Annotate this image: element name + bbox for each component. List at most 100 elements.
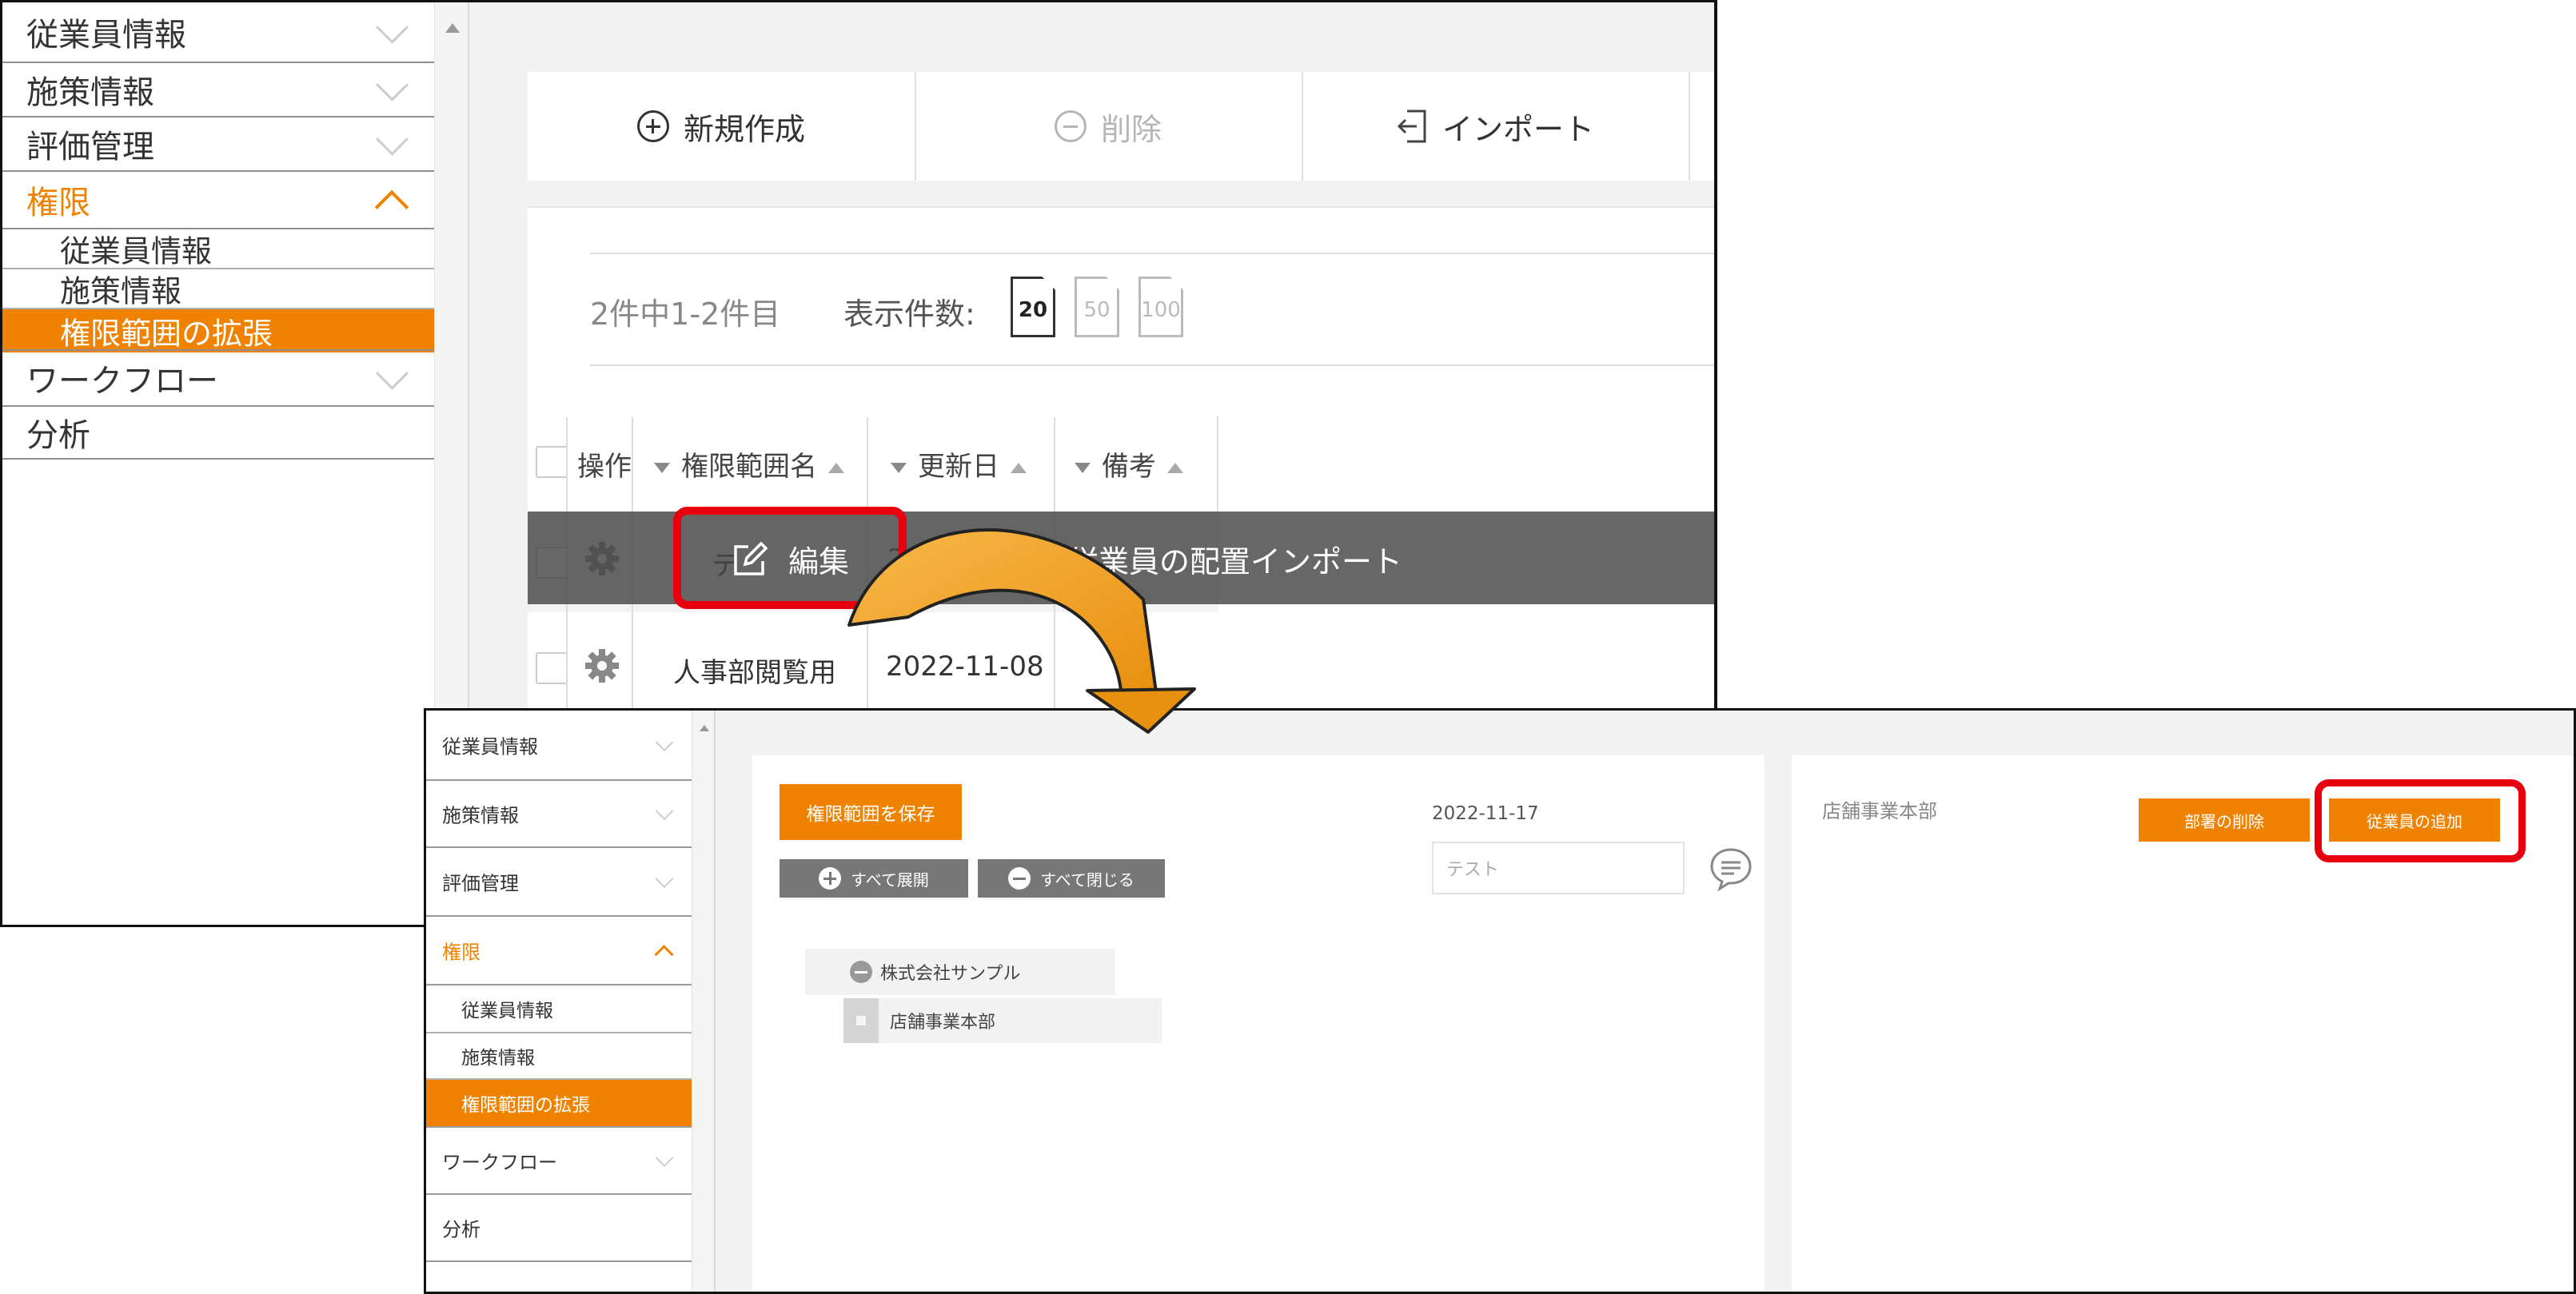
import-button-label: インポート — [1442, 111, 1594, 147]
scroll-up-icon[interactable] — [445, 23, 460, 33]
sidebar-subitem-measures-info[interactable]: 施策情報 — [2, 269, 434, 309]
sidebar-item-label: 分析 — [26, 417, 90, 454]
column-header-action: 操作 — [577, 451, 632, 483]
column-header-updated-label: 更新日 — [918, 451, 999, 483]
sidebar-item-permissions[interactable]: 権限 — [426, 917, 692, 985]
tree-node-child[interactable]: 店舗事業本部 — [843, 998, 1162, 1043]
delete-department-button[interactable]: 部署の削除 — [2139, 798, 2310, 842]
sidebar-item-label: 従業員情報 — [26, 17, 186, 54]
expand-all-button[interactable]: すべて展開 — [780, 859, 968, 898]
tree-node-label: 株式会社サンプル — [880, 964, 1021, 984]
sort-desc-icon[interactable] — [1075, 463, 1091, 473]
sidebar-item-analysis[interactable]: 分析 — [2, 407, 434, 460]
chevron-down-icon — [655, 870, 674, 889]
sidebar-subitem-permission-scope[interactable]: 権限範囲の拡張 — [426, 1080, 692, 1126]
toolbar: 新規作成 削除 インポート — [528, 72, 1714, 181]
sidebar-item-label: 権限 — [442, 941, 481, 964]
sidebar-subitem-permission-scope[interactable]: 権限範囲の拡張 — [2, 309, 434, 352]
sort-asc-icon[interactable] — [828, 463, 844, 473]
sidebar-item-workflow[interactable]: ワークフロー — [2, 349, 434, 407]
sidebar: 従業員情報 施策情報 評価管理 権限 従業員情報 施策情報 権限範囲の拡張 ワー… — [2, 2, 434, 925]
per-page-option-100[interactable]: 100 — [1138, 277, 1183, 337]
minus-circle-icon — [1054, 110, 1087, 142]
sidebar-item-label: 評価管理 — [26, 129, 154, 165]
per-page-label: 表示件数: — [843, 297, 975, 332]
sidebar-item-label: 従業員情報 — [442, 735, 538, 758]
column-header-name-label: 権限範囲名 — [681, 451, 817, 483]
sidebar-item-label: 施策情報 — [442, 804, 519, 827]
collapse-node-icon[interactable] — [850, 961, 872, 983]
sidebar-subitem-label: 従業員情報 — [60, 233, 213, 269]
sidebar-subitem-measures-info[interactable]: 施策情報 — [426, 1033, 692, 1080]
sidebar-item-evaluation[interactable]: 評価管理 — [426, 848, 692, 917]
chevron-down-icon — [655, 1149, 674, 1168]
sidebar-item-label: 分析 — [442, 1218, 481, 1241]
sidebar-item-employee-info[interactable]: 従業員情報 — [426, 711, 692, 781]
collapse-all-label: すべて閉じる — [1040, 870, 1134, 890]
department-title: 店舗事業本部 — [1822, 800, 1937, 822]
sidebar-item-evaluation[interactable]: 評価管理 — [2, 117, 434, 172]
scroll-up-icon[interactable] — [700, 725, 709, 731]
chevron-up-icon — [374, 189, 409, 225]
gear-icon[interactable] — [584, 647, 620, 684]
expand-all-label: すべて展開 — [851, 870, 929, 890]
sidebar-item-workflow[interactable]: ワークフロー — [426, 1126, 692, 1195]
sort-asc-icon[interactable] — [1011, 463, 1027, 473]
screenshot-edit-view: 従業員情報 施策情報 評価管理 権限 従業員情報 施策情報 権限範囲の拡張 ワー… — [424, 708, 2576, 1294]
new-button-label: 新規作成 — [683, 111, 805, 147]
sidebar-subitem-label: 権限範囲の拡張 — [60, 316, 273, 352]
result-count: 2件中1-2件目 — [590, 297, 781, 332]
sort-desc-icon[interactable] — [891, 463, 907, 473]
sidebar-subitem-employee-info[interactable]: 従業員情報 — [426, 985, 692, 1033]
sidebar-scrollbar[interactable] — [692, 711, 716, 1292]
chevron-down-icon — [655, 802, 674, 821]
minus-circle-icon — [1008, 867, 1031, 890]
tree-node-root[interactable]: 株式会社サンプル — [805, 949, 1115, 995]
sidebar-item-label: 権限 — [26, 185, 90, 221]
sidebar-item-label: 評価管理 — [442, 872, 519, 895]
column-header-remarks[interactable]: 備考 — [1075, 444, 1183, 484]
save-scope-button[interactable]: 権限範囲を保存 — [780, 784, 962, 840]
plus-circle-icon — [819, 867, 842, 890]
sidebar-item-analysis[interactable]: 分析 — [426, 1195, 692, 1262]
column-header-updated[interactable]: 更新日 — [891, 444, 1027, 484]
chevron-down-icon — [375, 10, 409, 44]
sidebar-subitem-label: 権限範囲の拡張 — [461, 1095, 590, 1116]
chevron-down-icon — [375, 68, 409, 102]
sidebar-item-label: ワークフロー — [26, 363, 218, 400]
import-icon — [1397, 109, 1426, 143]
chevron-down-icon — [375, 122, 409, 156]
sidebar-item-measures-info[interactable]: 施策情報 — [426, 781, 692, 848]
comment-icon[interactable] — [1709, 846, 1753, 891]
highlight-box — [2315, 779, 2526, 862]
sidebar-subitem-label: 施策情報 — [461, 1048, 535, 1069]
sidebar-item-label: ワークフロー — [442, 1151, 557, 1174]
plus-circle-icon — [636, 110, 669, 142]
delete-button-label: 削除 — [1100, 111, 1162, 147]
sidebar-item-employee-info[interactable]: 従業員情報 — [2, 2, 434, 63]
chevron-up-icon — [654, 945, 674, 965]
sidebar-item-permissions[interactable]: 権限 — [2, 172, 434, 229]
sidebar-item-measures-info[interactable]: 施策情報 — [2, 63, 434, 117]
leaf-node-icon — [843, 998, 879, 1043]
sidebar: 従業員情報 施策情報 評価管理 権限 従業員情報 施策情報 権限範囲の拡張 ワー… — [426, 711, 692, 1292]
sidebar-subitem-employee-info[interactable]: 従業員情報 — [2, 229, 434, 269]
flow-arrow — [847, 528, 1196, 734]
note-input[interactable] — [1432, 842, 1685, 894]
per-page-option-20[interactable]: 20 — [1011, 277, 1055, 337]
select-all-checkbox[interactable] — [536, 446, 568, 478]
sort-asc-icon[interactable] — [1167, 463, 1183, 473]
tree-node-label: 店舗事業本部 — [890, 1013, 996, 1033]
sidebar-item-label: 施策情報 — [26, 74, 154, 111]
delete-button[interactable]: 削除 — [915, 72, 1303, 181]
column-header-name[interactable]: 権限範囲名 — [654, 444, 844, 484]
divider — [590, 364, 1714, 366]
import-button[interactable]: インポート — [1302, 72, 1690, 181]
collapse-all-button[interactable]: すべて閉じる — [978, 859, 1165, 898]
per-page-option-50[interactable]: 50 — [1075, 277, 1119, 337]
new-button[interactable]: 新規作成 — [528, 72, 916, 181]
chevron-down-icon — [655, 733, 674, 752]
sort-desc-icon[interactable] — [654, 463, 670, 473]
row-checkbox[interactable] — [536, 652, 568, 684]
sidebar-subitem-label: 従業員情報 — [461, 1001, 553, 1021]
